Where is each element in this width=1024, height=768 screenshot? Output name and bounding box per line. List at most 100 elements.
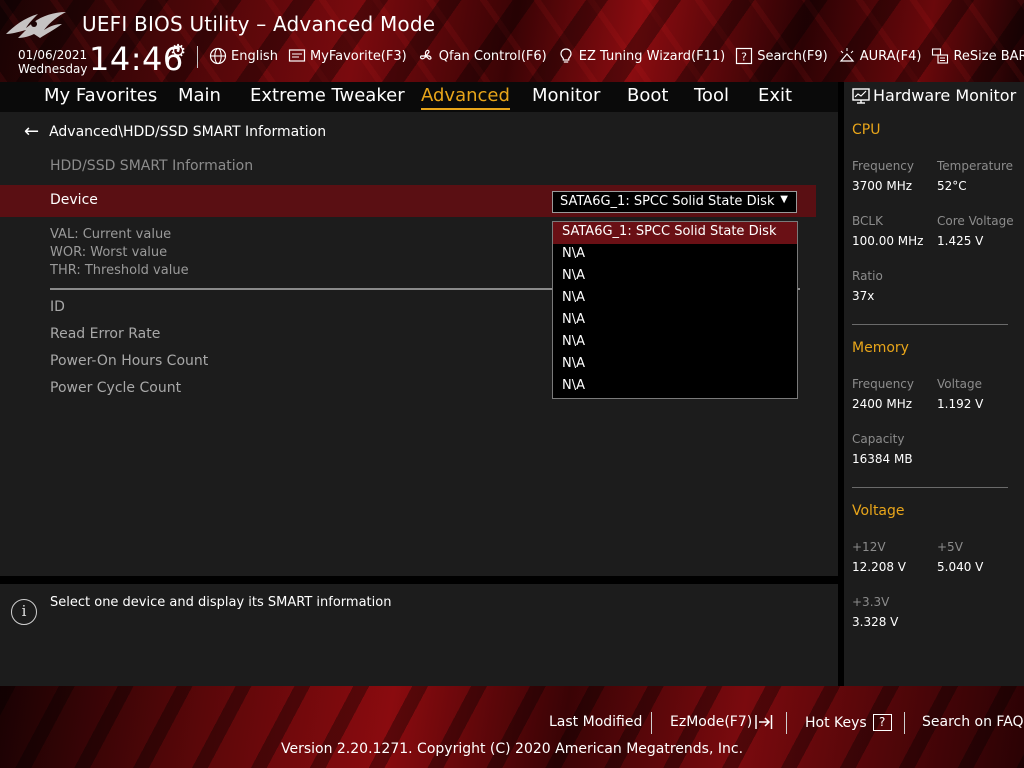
tab-boot[interactable]: Boot (627, 85, 668, 106)
attribute-id: ID (50, 299, 65, 315)
last-modified-label: Last Modified (549, 714, 643, 730)
lightbulb-icon (560, 48, 572, 63)
globe-icon (209, 47, 227, 65)
weekday-text: Wednesday (18, 62, 88, 76)
dropdown-option[interactable]: N\A (553, 288, 797, 310)
help-text: Select one device and display its SMART … (50, 595, 392, 610)
search-button[interactable]: ? Search(F9) (735, 47, 828, 65)
tab-tool[interactable]: Tool (694, 85, 729, 106)
footer-divider (651, 712, 652, 734)
core-voltage-label: Core Voltage (937, 214, 1014, 228)
cpu-heading: CPU (852, 122, 881, 138)
header-banner: UEFI BIOS Utility – Advanced Mode 01/06/… (0, 0, 1024, 82)
myfavorite-label: MyFavorite(F3) (309, 48, 407, 64)
main-nav: My Favorites Main Extreme Tweaker Advanc… (0, 82, 838, 112)
language-button[interactable]: English (209, 47, 278, 65)
last-modified-button[interactable]: Last Modified (549, 714, 642, 730)
memory-frequency-value: 2400 MHz (852, 397, 913, 411)
breadcrumb-path: Advanced\HDD/SSD SMART Information (49, 124, 327, 140)
date-display: 01/06/2021 Wednesday (18, 48, 87, 76)
aura-button[interactable]: AURA(F4) (838, 47, 922, 65)
tab-exit[interactable]: Exit (758, 85, 792, 106)
search-faq-button[interactable]: Search on FAQ (922, 714, 1024, 730)
device-select-value: SATA6G_1: SPCC Solid State Disk (560, 194, 775, 209)
footer-bar: Last Modified EzMode(F7) Hot Keys ? Sear… (0, 686, 1024, 768)
legend-wor: WOR: Worst value (50, 245, 168, 260)
dropdown-option[interactable]: N\A (553, 354, 797, 376)
date-text: 01/06/2021 (18, 48, 88, 62)
dropdown-option[interactable]: N\A (553, 266, 797, 288)
voltage-heading: Voltage (852, 503, 905, 519)
qfan-label: Qfan Control(F6) (438, 48, 547, 64)
svg-text:?: ? (741, 51, 747, 64)
footer-divider (904, 712, 905, 734)
hardware-monitor-panel: Hardware Monitor CPU Frequency Temperatu… (844, 82, 1024, 686)
qfan-control-button[interactable]: Qfan Control(F6) (417, 47, 547, 65)
aura-icon (839, 48, 855, 62)
dropdown-option[interactable]: N\A (553, 244, 797, 266)
device-dropdown-list[interactable]: SATA6G_1: SPCC Solid State Disk N\A N\A … (552, 221, 798, 399)
exit-arrow-icon (755, 715, 773, 729)
tab-my-favorites[interactable]: My Favorites (44, 85, 157, 106)
cpu-temperature-value: 52°C (937, 179, 967, 193)
hot-keys-label: Hot Keys (805, 714, 867, 731)
dropdown-option[interactable]: N\A (553, 332, 797, 354)
language-label: English (231, 48, 278, 64)
clock-settings-gear-icon[interactable]: ⚙ (170, 41, 186, 62)
hot-keys-button[interactable]: Hot Keys ? (805, 714, 892, 731)
dropdown-option[interactable]: N\A (553, 310, 797, 332)
question-box-icon: ? (736, 47, 753, 65)
favorite-icon (288, 49, 306, 62)
hardware-monitor-title-text: Hardware Monitor (873, 86, 1017, 105)
myfavorite-button[interactable]: MyFavorite(F3) (288, 47, 407, 65)
legend-val: VAL: Current value (50, 227, 172, 242)
cpu-temperature-label: Temperature (937, 159, 1014, 173)
rog-logo (6, 12, 66, 38)
bclk-label: BCLK (852, 214, 883, 228)
copyright-text: Version 2.20.1271. Copyright (C) 2020 Am… (280, 741, 744, 757)
search-label: Search(F9) (757, 48, 828, 64)
v33-value: 3.328 V (852, 615, 899, 629)
app-title: UEFI BIOS Utility – Advanced Mode (82, 12, 436, 36)
ezmode-button[interactable]: EzMode(F7) (670, 714, 773, 730)
attribute-power-on-hours: Power-On Hours Count (50, 353, 209, 369)
search-faq-label: Search on FAQ (922, 714, 1024, 730)
core-voltage-value: 1.425 V (937, 234, 984, 248)
question-key-icon: ? (872, 714, 892, 731)
cpu-frequency-value: 3700 MHz (852, 179, 913, 193)
back-arrow-icon[interactable]: ← (24, 123, 39, 141)
memory-frequency-label: Frequency (852, 377, 914, 391)
caret-down-icon: ▼ (780, 194, 788, 205)
hw-divider (852, 324, 1008, 325)
toolbar: English MyFavorite(F3) Qfan Control(F6) … (209, 47, 1024, 65)
aura-label: AURA(F4) (859, 48, 922, 64)
memory-capacity-label: Capacity (852, 432, 905, 446)
tab-monitor[interactable]: Monitor (532, 85, 600, 106)
ratio-label: Ratio (852, 269, 883, 283)
tab-extreme-tweaker[interactable]: Extreme Tweaker (250, 85, 405, 106)
attribute-power-cycle-count: Power Cycle Count (50, 380, 182, 396)
tab-main[interactable]: Main (178, 85, 221, 106)
device-select[interactable]: SATA6G_1: SPCC Solid State Disk ▼ (552, 191, 797, 213)
dropdown-option-selected[interactable]: SATA6G_1: SPCC Solid State Disk (553, 222, 797, 244)
dropdown-option[interactable]: N\A (553, 376, 797, 398)
memory-capacity-value: 16384 MB (852, 452, 913, 466)
attribute-read-error-rate: Read Error Rate (50, 326, 161, 342)
header-divider (197, 46, 198, 68)
v12-value: 12.208 V (852, 560, 907, 574)
tab-advanced[interactable]: Advanced (421, 85, 510, 110)
v5-label: +5V (937, 540, 963, 554)
device-row[interactable]: Device SATA6G_1: SPCC Solid State Disk ▼ (0, 185, 816, 217)
resize-bar-button[interactable]: ReSize BAR (931, 47, 1024, 65)
ratio-value: 37x (852, 289, 875, 303)
breadcrumb: ← Advanced\HDD/SSD SMART Information (24, 123, 327, 141)
v33-label: +3.3V (852, 595, 890, 609)
help-panel: i Select one device and display its SMAR… (0, 584, 838, 686)
memory-voltage-value: 1.192 V (937, 397, 984, 411)
fan-icon (419, 49, 432, 60)
ez-tuning-wizard-button[interactable]: EZ Tuning Wizard(F11) (557, 47, 725, 65)
ezmode-label: EzMode(F7) (670, 714, 753, 730)
monitor-icon (852, 87, 870, 104)
v12-label: +12V (852, 540, 886, 554)
device-label: Device (50, 192, 98, 208)
